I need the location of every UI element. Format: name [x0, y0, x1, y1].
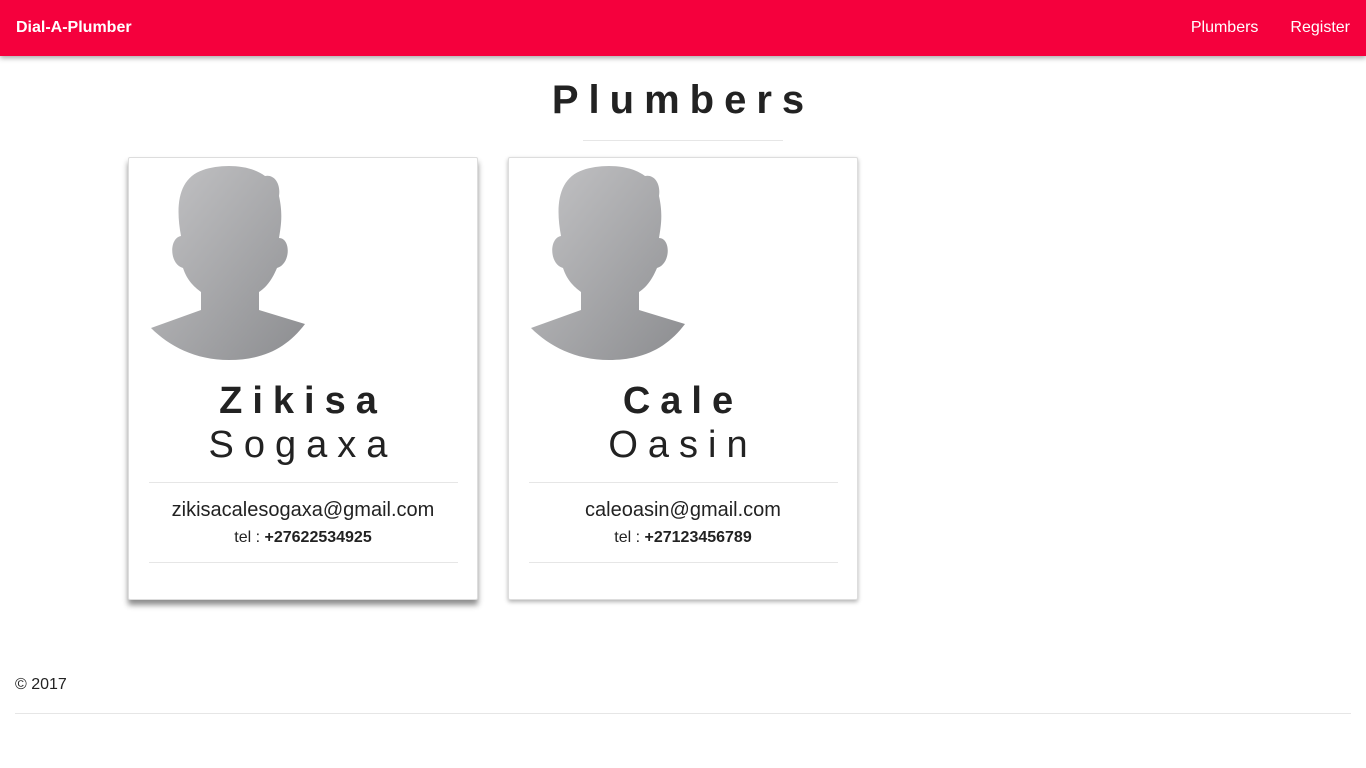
plumber-email: caleoasin@gmail.com — [585, 499, 781, 521]
tel-number: +27123456789 — [644, 529, 752, 546]
card-divider — [529, 562, 838, 563]
navbar: Dial-A-Plumber Plumbers Register — [0, 0, 1366, 56]
footer-divider — [15, 713, 1351, 714]
plumber-first-name: Cale — [622, 380, 744, 422]
card-divider — [149, 482, 458, 483]
tel-label: tel : — [234, 529, 261, 546]
footer-copyright: © 2017 — [15, 676, 67, 693]
plumber-tel: tel : +27622534925 — [129, 529, 477, 547]
plumber-card: Zikisa Sogaxa zikisacalesogaxa@gmail.com… — [128, 157, 478, 600]
title-divider — [583, 140, 783, 141]
plumber-email: zikisacalesogaxa@gmail.com — [171, 499, 435, 521]
nav-link-register[interactable]: Register — [1290, 19, 1350, 37]
brand-link[interactable]: Dial-A-Plumber — [16, 19, 132, 37]
tel-number: +27622534925 — [264, 529, 372, 546]
page-title: Plumbers — [551, 78, 815, 122]
plumber-last-name: Oasin — [608, 424, 758, 466]
user-silhouette-icon — [151, 166, 305, 360]
plumber-card: Cale Oasin caleoasin@gmail.com tel : +27… — [508, 157, 858, 600]
nav-link-plumbers[interactable]: Plumbers — [1191, 19, 1259, 37]
card-divider — [149, 562, 458, 563]
card-divider — [529, 482, 838, 483]
user-silhouette-icon — [531, 166, 685, 360]
nav-links: Plumbers Register — [1159, 19, 1350, 37]
plumber-first-name: Zikisa — [219, 380, 387, 422]
plumber-tel: tel : +27123456789 — [509, 529, 857, 547]
tel-label: tel : — [614, 529, 641, 546]
plumber-last-name: Sogaxa — [208, 424, 398, 466]
